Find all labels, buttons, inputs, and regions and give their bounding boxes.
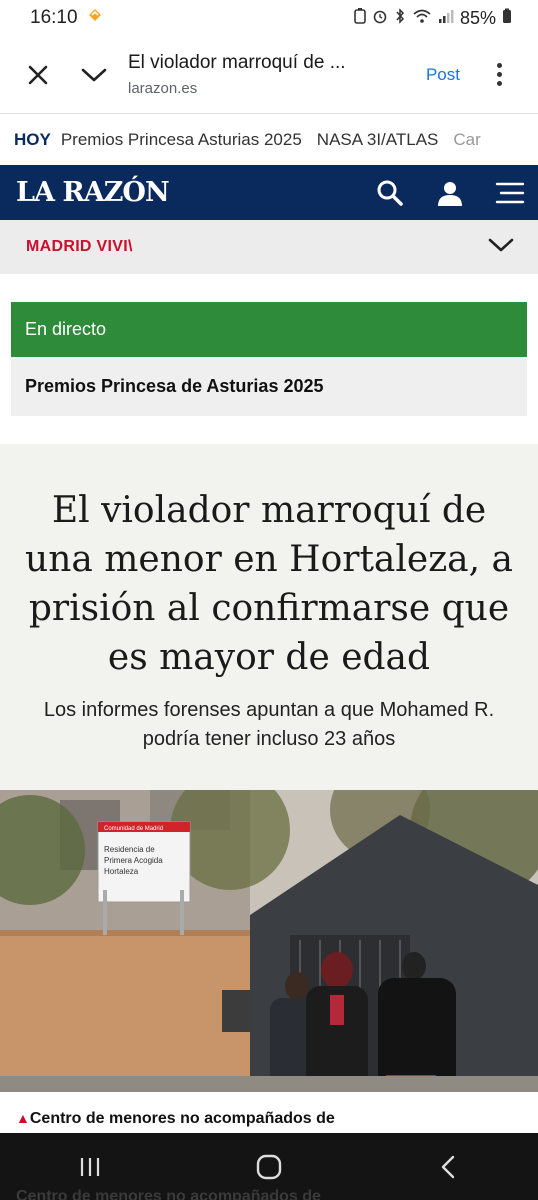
photo-caption-text: Centro de menores no acompañados de [29, 1110, 335, 1127]
trending-item[interactable]: Car [453, 130, 480, 150]
live-title[interactable]: Premios Princesa de Asturias 2025 [11, 357, 527, 416]
back-button[interactable] [418, 1142, 478, 1192]
battery-icon [502, 8, 512, 29]
post-button[interactable]: Post [426, 65, 460, 85]
status-bar: 16:10 85% [0, 0, 538, 36]
trending-item[interactable]: Premios Princesa Asturias 2025 [61, 130, 302, 150]
account-button[interactable] [432, 175, 468, 211]
article-subtitle: Los informes forenses apuntan a que Moha… [43, 699, 495, 750]
trending-item[interactable]: NASA 3I/ATLAS [317, 130, 439, 150]
section-name: MADRID VIVI\ [26, 238, 133, 255]
site-header: LA RAZÓN [0, 165, 538, 220]
recent-apps-button[interactable] [60, 1142, 120, 1192]
site-logo[interactable]: LA RAZÓN [16, 177, 170, 208]
article-photo-illustration: Comunidad de Madrid Residencia de Primer… [0, 790, 538, 1092]
recent-apps-icon [80, 1157, 99, 1176]
caption-peek-text: Centro de menores no acompañados de [16, 1188, 321, 1200]
minimize-button[interactable] [66, 47, 122, 103]
more-dot-icon [496, 81, 502, 86]
trending-hoy-label: HOY [14, 130, 51, 149]
home-button[interactable] [239, 1142, 299, 1192]
home-icon [256, 1154, 282, 1179]
signal-icon [438, 8, 454, 29]
photo-sign-line: Residencia de [104, 845, 155, 854]
caption-peek: Centro de menores no acompañados de [16, 1188, 321, 1200]
browser-header: El violador marroquí de ... larazon.es P… [0, 36, 538, 114]
live-coverage-box[interactable]: En directo Premios Princesa de Asturias … [11, 302, 527, 416]
alarm-icon [372, 8, 388, 29]
user-icon [438, 181, 462, 206]
article-photo[interactable]: Comunidad de Madrid Residencia de Primer… [0, 790, 538, 1092]
search-button[interactable] [372, 175, 408, 211]
more-options-button[interactable] [482, 63, 516, 86]
status-time: 16:10 [30, 7, 78, 28]
chevron-down-icon [81, 68, 107, 81]
photo-sign-line: Comunidad de Madrid [104, 826, 163, 832]
photo-sign-line: Primera Acogida [104, 856, 163, 865]
tab-title-area[interactable]: El violador marroquí de ... larazon.es [128, 52, 426, 97]
bluetooth-icon [394, 7, 406, 29]
wifi-icon [412, 8, 432, 29]
chevron-down-icon [488, 237, 514, 258]
trending-nav: HOY Premios Princesa Asturias 2025 NASA … [0, 115, 538, 165]
battery-level: 85% [459, 7, 496, 28]
photo-sign-line: Hortaleza [104, 867, 139, 876]
section-selector[interactable]: MADRID VIVI\ [0, 220, 538, 274]
photo-caption: ▲Centro de menores no acompañados de [16, 1110, 335, 1128]
battery-saver-icon [354, 7, 366, 29]
hamburger-menu-icon [495, 182, 525, 203]
more-dot-icon [496, 72, 502, 77]
menu-button[interactable] [492, 175, 528, 211]
article-header: El violador marroquí de una menor en Hor… [0, 444, 538, 790]
search-icon [377, 180, 403, 206]
caption-triangle-icon: ▲ [16, 1110, 30, 1126]
close-button[interactable] [10, 47, 66, 103]
back-icon [442, 1155, 455, 1178]
article-headline: El violador marroquí de una menor en Hor… [25, 490, 513, 678]
more-dot-icon [496, 63, 502, 68]
close-icon [28, 65, 48, 84]
tab-title: El violador marroquí de ... [128, 52, 346, 73]
notification-icon [86, 6, 104, 30]
live-label: En directo [11, 302, 527, 357]
tab-url: larazon.es [128, 80, 198, 97]
